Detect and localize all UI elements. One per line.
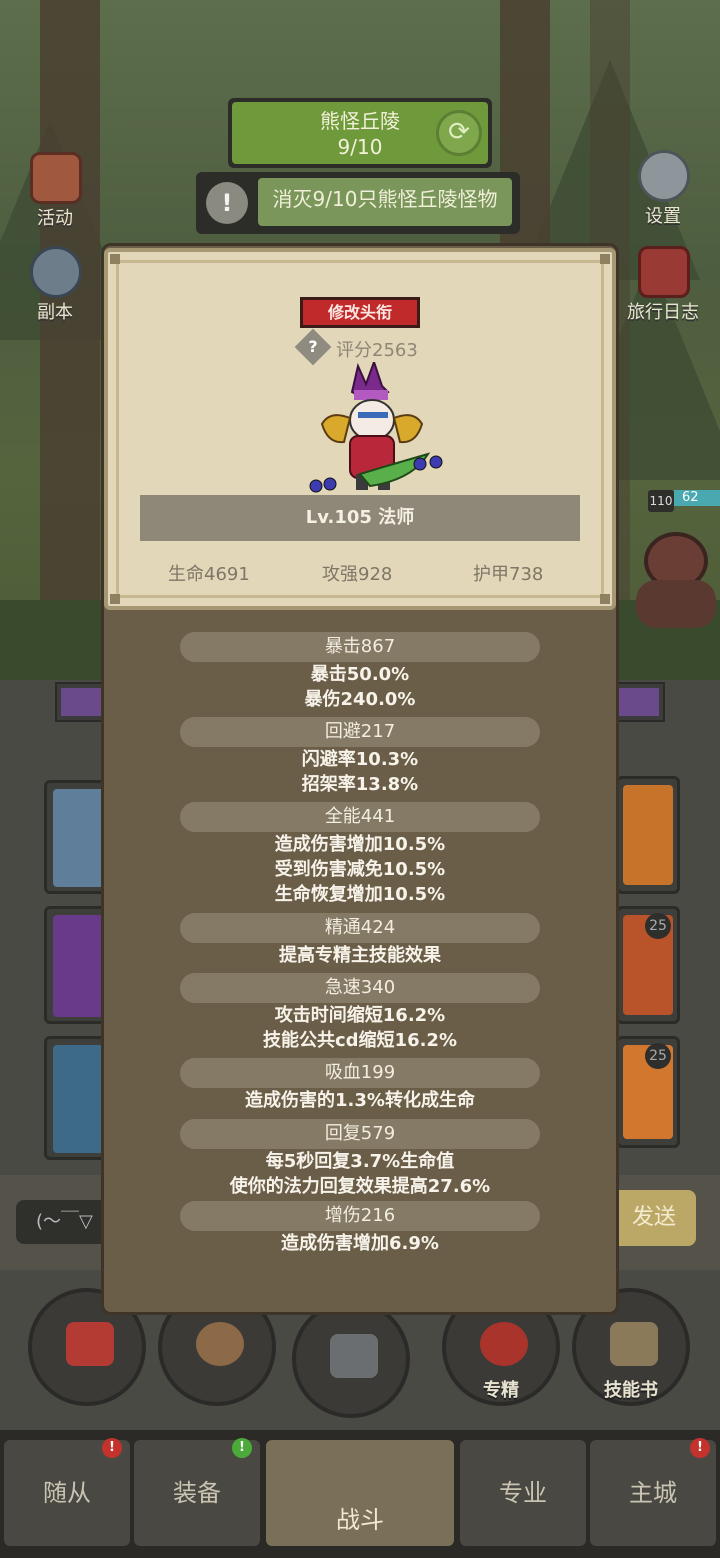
stat-line: 每5秒回复3.7%生命值 [265,1151,455,1172]
chest-icon [330,1334,378,1378]
level-class-band: Lv.105 法师 [140,495,580,541]
notification-dot: ! [690,1438,710,1458]
potion-icon [66,1322,114,1366]
send-button[interactable]: 发送 [612,1190,696,1246]
stat-header-mastery: 精通424 [180,913,540,943]
enemy-bear-monster [630,520,720,630]
settings-button[interactable]: 设置 [630,150,696,227]
auto-refresh-icon[interactable]: ⟳ [436,110,482,156]
stat-header-leech: 吸血199 [180,1058,540,1088]
skill-slot[interactable] [616,776,680,894]
scroll-icon [30,152,82,204]
score-text: 评分2563 [336,340,418,361]
stat-header-damage-increase: 增伤216 [180,1201,540,1231]
stat-header-regen: 回复579 [180,1119,540,1149]
enemy-level: 110 [648,490,674,512]
base-stat-armor: 护甲738 [473,564,544,585]
events-label: 活动 [37,208,73,229]
change-title-button[interactable]: 修改头衔 [300,297,420,328]
chest-button[interactable] [292,1300,410,1418]
slot-badge: 25 [645,913,671,939]
stat-header-haste: 急速340 [180,973,540,1003]
stat-line: 暴击50.0% [310,664,410,685]
stat-line: 使你的法力回复效果提高27.6% [229,1176,491,1197]
skill-book-icon [610,1322,658,1366]
stat-header-crit: 暴击867 [180,632,540,662]
dungeon-label: 副本 [37,302,73,323]
notification-dot: ! [232,1438,252,1458]
events-button[interactable]: 活动 [22,152,88,229]
skill-slot[interactable]: 25 [616,906,680,1024]
slot-badge: 25 [645,1043,671,1069]
settings-label: 设置 [645,206,681,227]
gear-icon [638,150,690,202]
specialization-icon [480,1322,528,1366]
nav-profession[interactable]: 专业 [460,1440,586,1546]
stat-line: 造成伤害的1.3%转化成生命 [245,1090,475,1111]
quest-text[interactable]: 消灭9/10只熊怪丘陵怪物 [258,178,512,226]
specialization-label: 专精 [483,1380,519,1401]
skill-slot[interactable]: 25 [616,1036,680,1148]
stat-line: 造成伤害增加6.9% [281,1233,439,1254]
stat-line: 招架率13.8% [301,774,419,795]
travel-log-label: 旅行日志 [627,302,699,323]
nav-battle[interactable]: 战斗 [266,1440,454,1546]
book-icon [638,246,690,298]
stat-line: 攻击时间缩短16.2% [274,1005,446,1026]
stat-line: 生命恢复增加10.5% [274,884,446,905]
base-stat-hp: 生命4691 [168,564,250,585]
travel-log-button[interactable]: 旅行日志 [627,246,699,323]
base-stat-attack-power: 攻强928 [322,564,393,585]
portal-icon [30,246,82,298]
stat-line: 闪避率10.3% [301,749,419,770]
stat-header-versatility: 全能441 [180,802,540,832]
stat-line: 暴伤240.0% [304,689,416,710]
bread-icon [196,1322,244,1366]
stat-line: 技能公共cd缩短16.2% [262,1030,457,1051]
stat-header-avoidance: 回避217 [180,717,540,747]
question-mark-icon: ? [308,337,318,356]
stat-line: 受到伤害减免10.5% [274,859,446,880]
skill-book-label: 技能书 [604,1380,658,1401]
alert-icon[interactable]: ! [206,182,248,224]
stat-line: 造成伤害增加10.5% [274,834,446,855]
notification-dot: ! [102,1438,122,1458]
stat-line: 提高专精主技能效果 [279,945,441,966]
enemy-hp-bar: 62 [674,490,720,506]
mage-hero-sprite [309,362,443,493]
dungeon-button[interactable]: 副本 [22,246,88,323]
